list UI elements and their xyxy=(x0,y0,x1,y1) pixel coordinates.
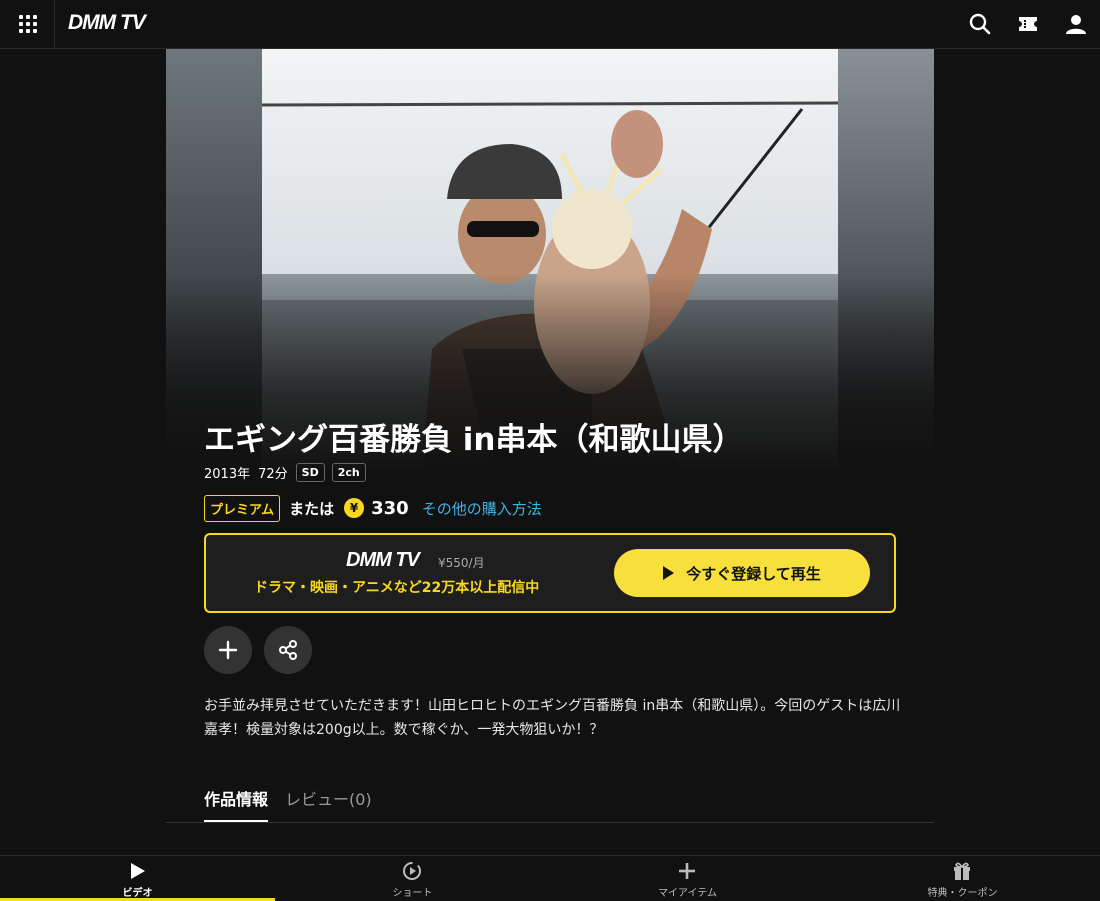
nav-item-video[interactable]: ビデオ xyxy=(0,856,275,901)
subscription-promo: DMM TV ¥550/月 ドラマ・映画・アニメなど22万本以上配信中 今すぐ登… xyxy=(204,533,896,613)
duration: 72分 xyxy=(258,466,288,482)
share-icon xyxy=(279,640,297,660)
nav-item-my-items[interactable]: マイアイテム xyxy=(550,856,825,901)
content-meta: 2013年 72分 SD 2ch xyxy=(204,460,373,484)
plus-icon xyxy=(679,863,695,879)
user-icon[interactable] xyxy=(1064,12,1088,36)
tab-reviews[interactable]: レビュー(0) xyxy=(285,786,372,810)
promo-monthly-price: ¥550/月 xyxy=(438,556,485,570)
nav-label-my-items: マイアイテム xyxy=(658,888,717,899)
dmm-tv-logo[interactable]: DMM TV xyxy=(68,11,146,35)
hero-banner xyxy=(166,49,934,474)
apps-grid-button[interactable] xyxy=(0,0,55,48)
nav-item-shorts[interactable]: ショート xyxy=(275,856,550,901)
other-purchase-link[interactable]: その他の購入方法 xyxy=(422,498,542,519)
quality-badge: SD xyxy=(295,462,325,482)
audio-badge: 2ch xyxy=(331,462,366,482)
play-icon xyxy=(131,863,145,879)
apps-grid-icon xyxy=(19,15,37,33)
description: お手並み拝見させていただきます！山田ヒロヒトのエギング百番勝負 in串本（和歌山… xyxy=(204,698,901,738)
or-label: または xyxy=(289,499,335,518)
cta-label: 今すぐ登録して再生 xyxy=(686,564,821,583)
nav-label-shorts: ショート xyxy=(392,888,433,899)
nav-label-video: ビデオ xyxy=(122,888,153,899)
add-to-list-button[interactable] xyxy=(204,626,252,674)
shorts-icon xyxy=(403,862,421,880)
tab-details[interactable]: 作品情報 xyxy=(204,786,269,822)
ticket-icon[interactable] xyxy=(1016,12,1040,36)
add-to-list-icon xyxy=(218,640,238,660)
bottom-navigation: ビデオ ショート マイアイテム 特典・クーポン xyxy=(0,855,1100,901)
subscribe-play-button[interactable]: 今すぐ登録して再生 xyxy=(614,549,870,597)
gift-icon xyxy=(954,862,970,880)
top-header: DMM TV xyxy=(0,0,1100,49)
share-button[interactable] xyxy=(264,626,312,674)
promo-tagline: ドラマ・映画・アニメなど22万本以上配信中 xyxy=(254,580,540,596)
nav-item-perks[interactable]: 特典・クーポン xyxy=(825,856,1100,901)
promo-logo: DMM TV xyxy=(346,549,420,571)
release-year: 2013年 xyxy=(204,466,251,482)
price-value: 330 xyxy=(371,497,409,519)
play-icon xyxy=(663,566,675,580)
page-title: エギング百番勝負 in串本（和歌山県） xyxy=(204,422,744,458)
content-tabs: 作品情報 レビュー(0) xyxy=(166,780,934,823)
premium-badge: プレミアム xyxy=(204,494,281,522)
yen-coin-icon: ¥ xyxy=(344,498,365,518)
search-icon[interactable] xyxy=(968,12,992,36)
pricing-row: プレミアム または ¥ 330 その他の購入方法 xyxy=(204,494,542,522)
nav-label-perks: 特典・クーポン xyxy=(927,888,998,899)
